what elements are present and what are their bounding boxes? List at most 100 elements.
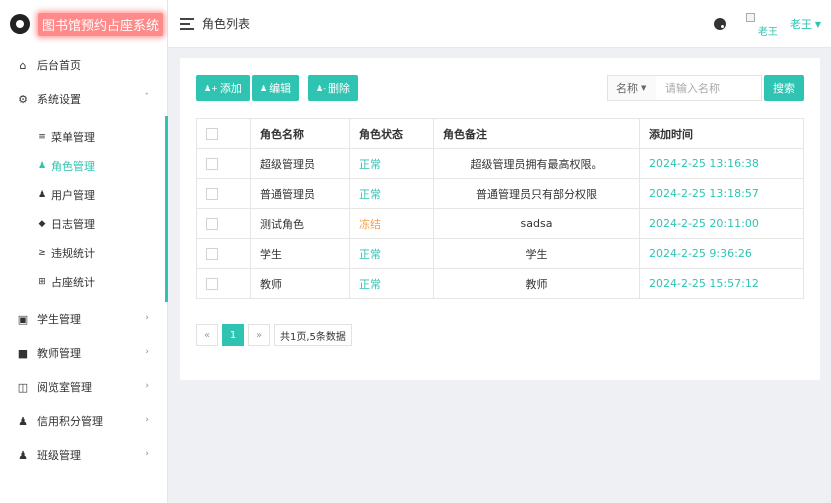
col-role-name: 角色名称 bbox=[250, 118, 350, 149]
avatar-alt-text: 老王 bbox=[757, 27, 778, 38]
next-page-button[interactable]: » bbox=[248, 324, 270, 346]
home-icon: ⌂ bbox=[19, 58, 27, 72]
plus-square-icon: ⊞ bbox=[38, 276, 46, 287]
add-button[interactable]: ♟+ 添加 bbox=[196, 75, 250, 101]
sidebar-item-class-management[interactable]: ♟ 班级管理 › bbox=[0, 438, 167, 472]
search-field-select[interactable]: 名称 ▼ bbox=[607, 75, 657, 101]
role-name: 教师 bbox=[250, 268, 350, 299]
sidebar-item-label: 菜单管理 bbox=[51, 130, 95, 144]
role-status: 正常 bbox=[349, 268, 434, 299]
sidebar-item-label: 日志管理 bbox=[51, 217, 95, 231]
row-select-cell bbox=[196, 268, 251, 299]
sidebar-item-label: 班级管理 bbox=[37, 449, 81, 462]
table-row[interactable]: 测试角色 冻结 sadsa 2024-2-25 20:11:00 bbox=[196, 208, 804, 239]
avatar[interactable]: 老王 bbox=[745, 13, 780, 38]
role-note: sadsa bbox=[433, 208, 640, 239]
user-menu[interactable]: 老王 bbox=[790, 16, 812, 32]
row-checkbox[interactable] bbox=[206, 158, 218, 170]
prev-page-button[interactable]: « bbox=[196, 324, 218, 346]
app-title: 图书馆预约占座系统 bbox=[38, 12, 164, 36]
teacher-icon: ■ bbox=[17, 346, 29, 360]
sidebar-item-label: 信用积分管理 bbox=[37, 415, 103, 428]
row-select-cell bbox=[196, 178, 251, 209]
user-group-icon: ♟ bbox=[37, 160, 47, 171]
table-row[interactable]: 教师 正常 教师 2024-2-25 15:57:12 bbox=[196, 268, 804, 299]
chevron-right-icon: › bbox=[145, 381, 149, 391]
sidebar-item-system-settings[interactable]: ⚙ 系统设置 ˇ bbox=[0, 82, 167, 116]
sidebar-item-role-management[interactable]: ♟ 角色管理 bbox=[0, 151, 165, 180]
role-status: 正常 bbox=[349, 238, 434, 269]
role-add-time: 2024-2-25 9:36:26 bbox=[639, 238, 804, 269]
search-button[interactable]: 搜索 bbox=[764, 75, 804, 101]
sidebar-item-home[interactable]: ⌂ 后台首页 bbox=[0, 48, 167, 82]
sidebar-item-log-management[interactable]: ◆ 日志管理 bbox=[0, 209, 165, 238]
role-name: 学生 bbox=[250, 238, 350, 269]
role-name: 超级管理员 bbox=[250, 148, 350, 179]
sidebar-item-violation-stats[interactable]: ≥ 违规统计 bbox=[0, 238, 165, 267]
sidebar-item-label: 系统设置 bbox=[37, 93, 81, 106]
sidebar-item-label: 教师管理 bbox=[37, 347, 81, 360]
row-select-cell bbox=[196, 238, 251, 269]
chevron-right-icon: › bbox=[145, 415, 149, 425]
sidebar-item-student-management[interactable]: ▣ 学生管理 › bbox=[0, 302, 167, 336]
role-status: 冻结 bbox=[349, 208, 434, 239]
search-button-label: 搜索 bbox=[773, 82, 795, 95]
table-row[interactable]: 普通管理员 正常 普通管理员只有部分权限 2024-2-25 13:18:57 bbox=[196, 178, 804, 209]
delete-button[interactable]: ♟- 删除 bbox=[308, 75, 359, 101]
sort-icon: ≥ bbox=[38, 247, 46, 258]
brand: 图书馆预约占座系统 bbox=[0, 0, 167, 48]
menu-toggle-icon[interactable] bbox=[180, 17, 194, 30]
table-row[interactable]: 超级管理员 正常 超级管理员拥有最高权限。 2024-2-25 13:16:38 bbox=[196, 148, 804, 179]
users-icon: ♟ bbox=[37, 189, 47, 200]
delete-button-label: 删除 bbox=[328, 82, 351, 95]
sidebar-menu: ⌂ 后台首页 ⚙ 系统设置 ˇ ≡ 菜单管理 ♟ 角色管理 ♟ 用户管理 ◆ 日… bbox=[0, 48, 168, 472]
role-name: 测试角色 bbox=[250, 208, 350, 239]
search-input[interactable] bbox=[656, 75, 762, 101]
row-checkbox[interactable] bbox=[206, 218, 218, 230]
sidebar: 图书馆预约占座系统 ⌂ 后台首页 ⚙ 系统设置 ˇ ≡ 菜单管理 ♟ 角色管理 bbox=[0, 0, 168, 503]
sidebar-item-menu-management[interactable]: ≡ 菜单管理 bbox=[0, 122, 165, 151]
role-add-time: 2024-2-25 20:11:00 bbox=[639, 208, 804, 239]
row-checkbox[interactable] bbox=[206, 278, 218, 290]
select-all-checkbox[interactable] bbox=[206, 128, 218, 140]
sidebar-item-seat-stats[interactable]: ⊞ 占座统计 bbox=[0, 267, 165, 296]
top-header: 角色列表 老王 老王 ▼ bbox=[168, 0, 831, 48]
row-select-cell bbox=[196, 148, 251, 179]
role-list-card: ♟+ 添加 ♟ 编辑 ♟- 删除 名称 ▼ 搜索 角色名称 角色状态 角色备注 … bbox=[180, 58, 820, 380]
role-status: 正常 bbox=[349, 178, 434, 209]
row-checkbox[interactable] bbox=[206, 248, 218, 260]
role-note: 超级管理员拥有最高权限。 bbox=[433, 148, 640, 179]
gear-icon: ⚙ bbox=[18, 92, 28, 106]
row-checkbox[interactable] bbox=[206, 188, 218, 200]
table-header-row: 角色名称 角色状态 角色备注 添加时间 bbox=[196, 118, 804, 149]
sidebar-item-reading-room-management[interactable]: ◫ 阅览室管理 › bbox=[0, 370, 167, 404]
pagination: « 1 » 共1页,5条数据 bbox=[196, 324, 352, 346]
header-right: 老王 老王 ▼ bbox=[713, 0, 821, 48]
page-title: 角色列表 bbox=[202, 17, 251, 31]
role-note: 普通管理员只有部分权限 bbox=[433, 178, 640, 209]
github-icon[interactable] bbox=[10, 14, 30, 34]
tag-icon: ◆ bbox=[38, 218, 46, 229]
sidebar-item-credit-management[interactable]: ♟ 信用积分管理 › bbox=[0, 404, 167, 438]
group-icon: ♟ bbox=[18, 448, 28, 462]
palette-icon[interactable] bbox=[713, 18, 726, 30]
sidebar-item-user-management[interactable]: ♟ 用户管理 bbox=[0, 180, 165, 209]
id-card-icon: ▣ bbox=[17, 312, 29, 326]
user-icon: ♟ bbox=[18, 414, 28, 428]
search-field-value: 名称 bbox=[616, 82, 638, 95]
edit-button[interactable]: ♟ 编辑 bbox=[252, 75, 300, 101]
row-select-cell bbox=[196, 208, 251, 239]
sidebar-item-label: 学生管理 bbox=[37, 313, 81, 326]
table-row[interactable]: 学生 正常 学生 2024-2-25 9:36:26 bbox=[196, 238, 804, 269]
page-1-button[interactable]: 1 bbox=[222, 324, 244, 346]
book-icon: ◫ bbox=[17, 380, 29, 394]
chevron-down-icon: ˇ bbox=[144, 93, 150, 103]
col-role-status: 角色状态 bbox=[349, 118, 434, 149]
submenu-system-settings: ≡ 菜单管理 ♟ 角色管理 ♟ 用户管理 ◆ 日志管理 ≥ 违规统计 ⊞ 占座统… bbox=[0, 116, 168, 302]
list-icon: ≡ bbox=[38, 131, 46, 142]
sidebar-item-label: 用户管理 bbox=[51, 188, 95, 202]
add-button-label: 添加 bbox=[219, 82, 242, 95]
sidebar-item-teacher-management[interactable]: ■ 教师管理 › bbox=[0, 336, 167, 370]
caret-down-icon[interactable]: ▼ bbox=[815, 20, 821, 29]
sidebar-item-label: 占座统计 bbox=[51, 275, 95, 289]
